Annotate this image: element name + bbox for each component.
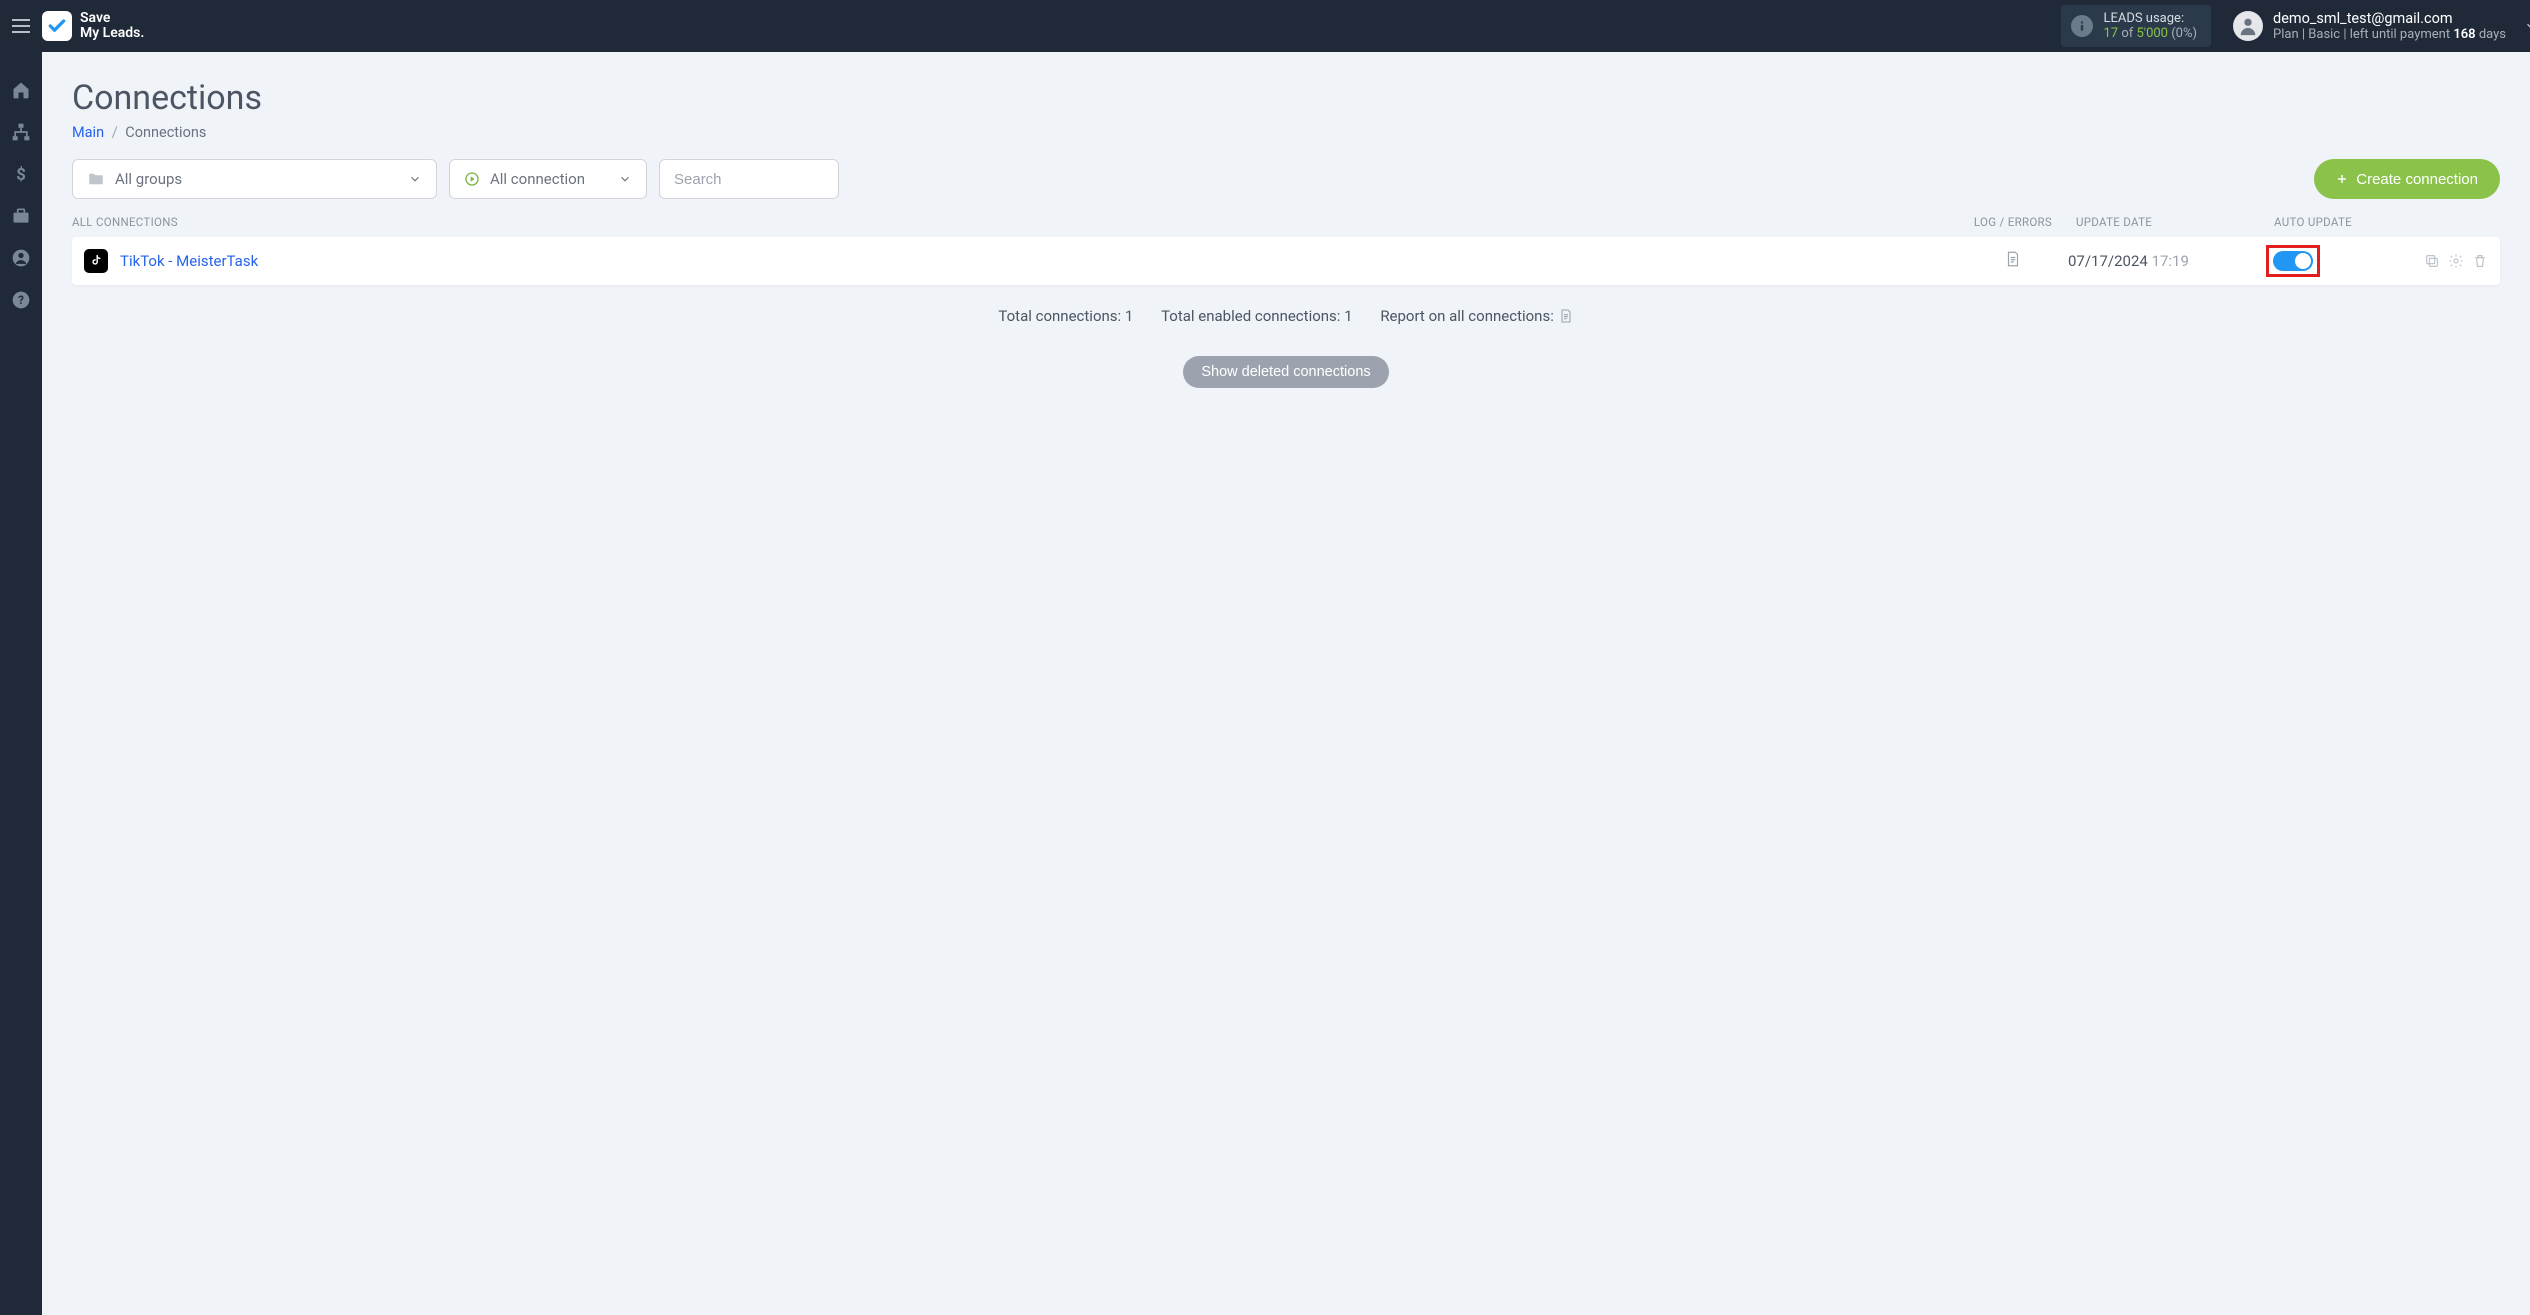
table-row: TikTok - MeisterTask 07/17/2024 17:19 [72,237,2500,285]
logo-text: Save My Leads. [80,11,144,41]
status-select[interactable]: All connection [449,159,647,199]
sidebar-item-account[interactable] [11,248,31,268]
show-deleted-button[interactable]: Show deleted connections [1183,356,1388,388]
summary: Total connections: 1 Total enabled conne… [72,307,2500,328]
search-input[interactable] [659,159,839,199]
leads-usage-badge[interactable]: LEADS usage: 17 of 5'000 (0%) [2061,5,2211,47]
summary-report: Report on all connections: [1380,307,1573,328]
auto-update-cell [2238,245,2398,277]
gear-icon [2448,253,2464,269]
toggle-knob [2295,253,2311,269]
status-select-label: All connection [490,170,585,188]
create-connection-button[interactable]: Create connection [2314,159,2500,199]
play-circle-icon [464,171,480,187]
sidebar-item-billing[interactable]: $ [11,164,31,184]
create-connection-label: Create connection [2356,171,2478,188]
main-content: Connections Main / Connections All group… [42,52,2530,1315]
page-title: Connections [72,78,2500,118]
hamburger-icon [12,19,30,33]
logo-mark [42,11,72,41]
report-download-button[interactable] [1558,310,1574,328]
user-icon [2237,15,2259,37]
groups-select[interactable]: All groups [72,159,437,199]
topbar: Save My Leads. LEADS usage: 17 of 5'000 … [0,0,2530,52]
plus-icon [2336,173,2348,185]
breadcrumb-current: Connections [125,124,206,141]
column-header-log: LOG / ERRORS [1958,215,2068,229]
sidebar-item-tools[interactable] [11,206,31,226]
user-menu[interactable]: demo_sml_test@gmail.com Plan | Basic | l… [2225,10,2530,42]
sidebar: $ ? [0,52,42,1315]
summary-total: Total connections: 1 [998,307,1133,325]
column-header-date: UPDATE DATE [2068,215,2238,229]
dollar-icon: $ [11,164,31,184]
highlight-box [2266,245,2320,277]
folder-icon [87,170,105,188]
document-icon [1558,308,1574,324]
sidebar-item-connections[interactable] [11,122,31,142]
leads-usage-values: 17 of 5'000 (0%) [2103,26,2197,41]
avatar [2233,11,2263,41]
menu-toggle-button[interactable] [0,0,42,52]
trash-icon [2472,253,2488,269]
home-icon [11,80,31,100]
user-email: demo_sml_test@gmail.com [2273,10,2506,27]
breadcrumb-separator: / [108,124,122,141]
logo[interactable]: Save My Leads. [42,11,144,41]
copy-button[interactable] [2424,253,2440,269]
chevron-down-icon[interactable] [2524,19,2530,33]
settings-button[interactable] [2448,253,2464,269]
info-icon [2071,15,2093,37]
sitemap-icon [11,122,31,142]
briefcase-icon [11,206,31,226]
auto-update-toggle[interactable] [2273,251,2313,271]
toolbar: All groups All connection Create connect… [72,159,2500,199]
sidebar-item-home[interactable] [11,80,31,100]
table-header: ALL CONNECTIONS LOG / ERRORS UPDATE DATE… [72,215,2500,237]
leads-usage-label: LEADS usage: [2103,11,2197,26]
chevron-down-icon [618,172,632,186]
delete-button[interactable] [2472,253,2488,269]
log-button[interactable] [1958,250,2068,272]
update-date: 07/17/2024 17:19 [2068,252,2238,270]
breadcrumb-main-link[interactable]: Main [72,124,104,141]
breadcrumb: Main / Connections [72,124,2500,141]
svg-text:?: ? [18,293,24,307]
groups-select-label: All groups [115,170,182,188]
copy-icon [2424,253,2440,269]
summary-enabled: Total enabled connections: 1 [1161,307,1353,325]
connection-name-link[interactable]: TikTok - MeisterTask [120,252,1958,270]
user-plan: Plan | Basic | left until payment 168 da… [2273,27,2506,42]
tiktok-icon [84,249,108,273]
user-text: demo_sml_test@gmail.com Plan | Basic | l… [2273,10,2506,42]
column-header-name: ALL CONNECTIONS [72,215,1958,229]
svg-text:$: $ [16,166,26,184]
row-actions [2398,253,2488,269]
sidebar-item-help[interactable]: ? [11,290,31,310]
column-header-auto: AUTO UPDATE [2238,215,2398,229]
chevron-down-icon [408,172,422,186]
check-icon [47,16,67,36]
question-icon: ? [11,290,31,310]
document-icon [2004,250,2022,268]
user-circle-icon [11,248,31,268]
